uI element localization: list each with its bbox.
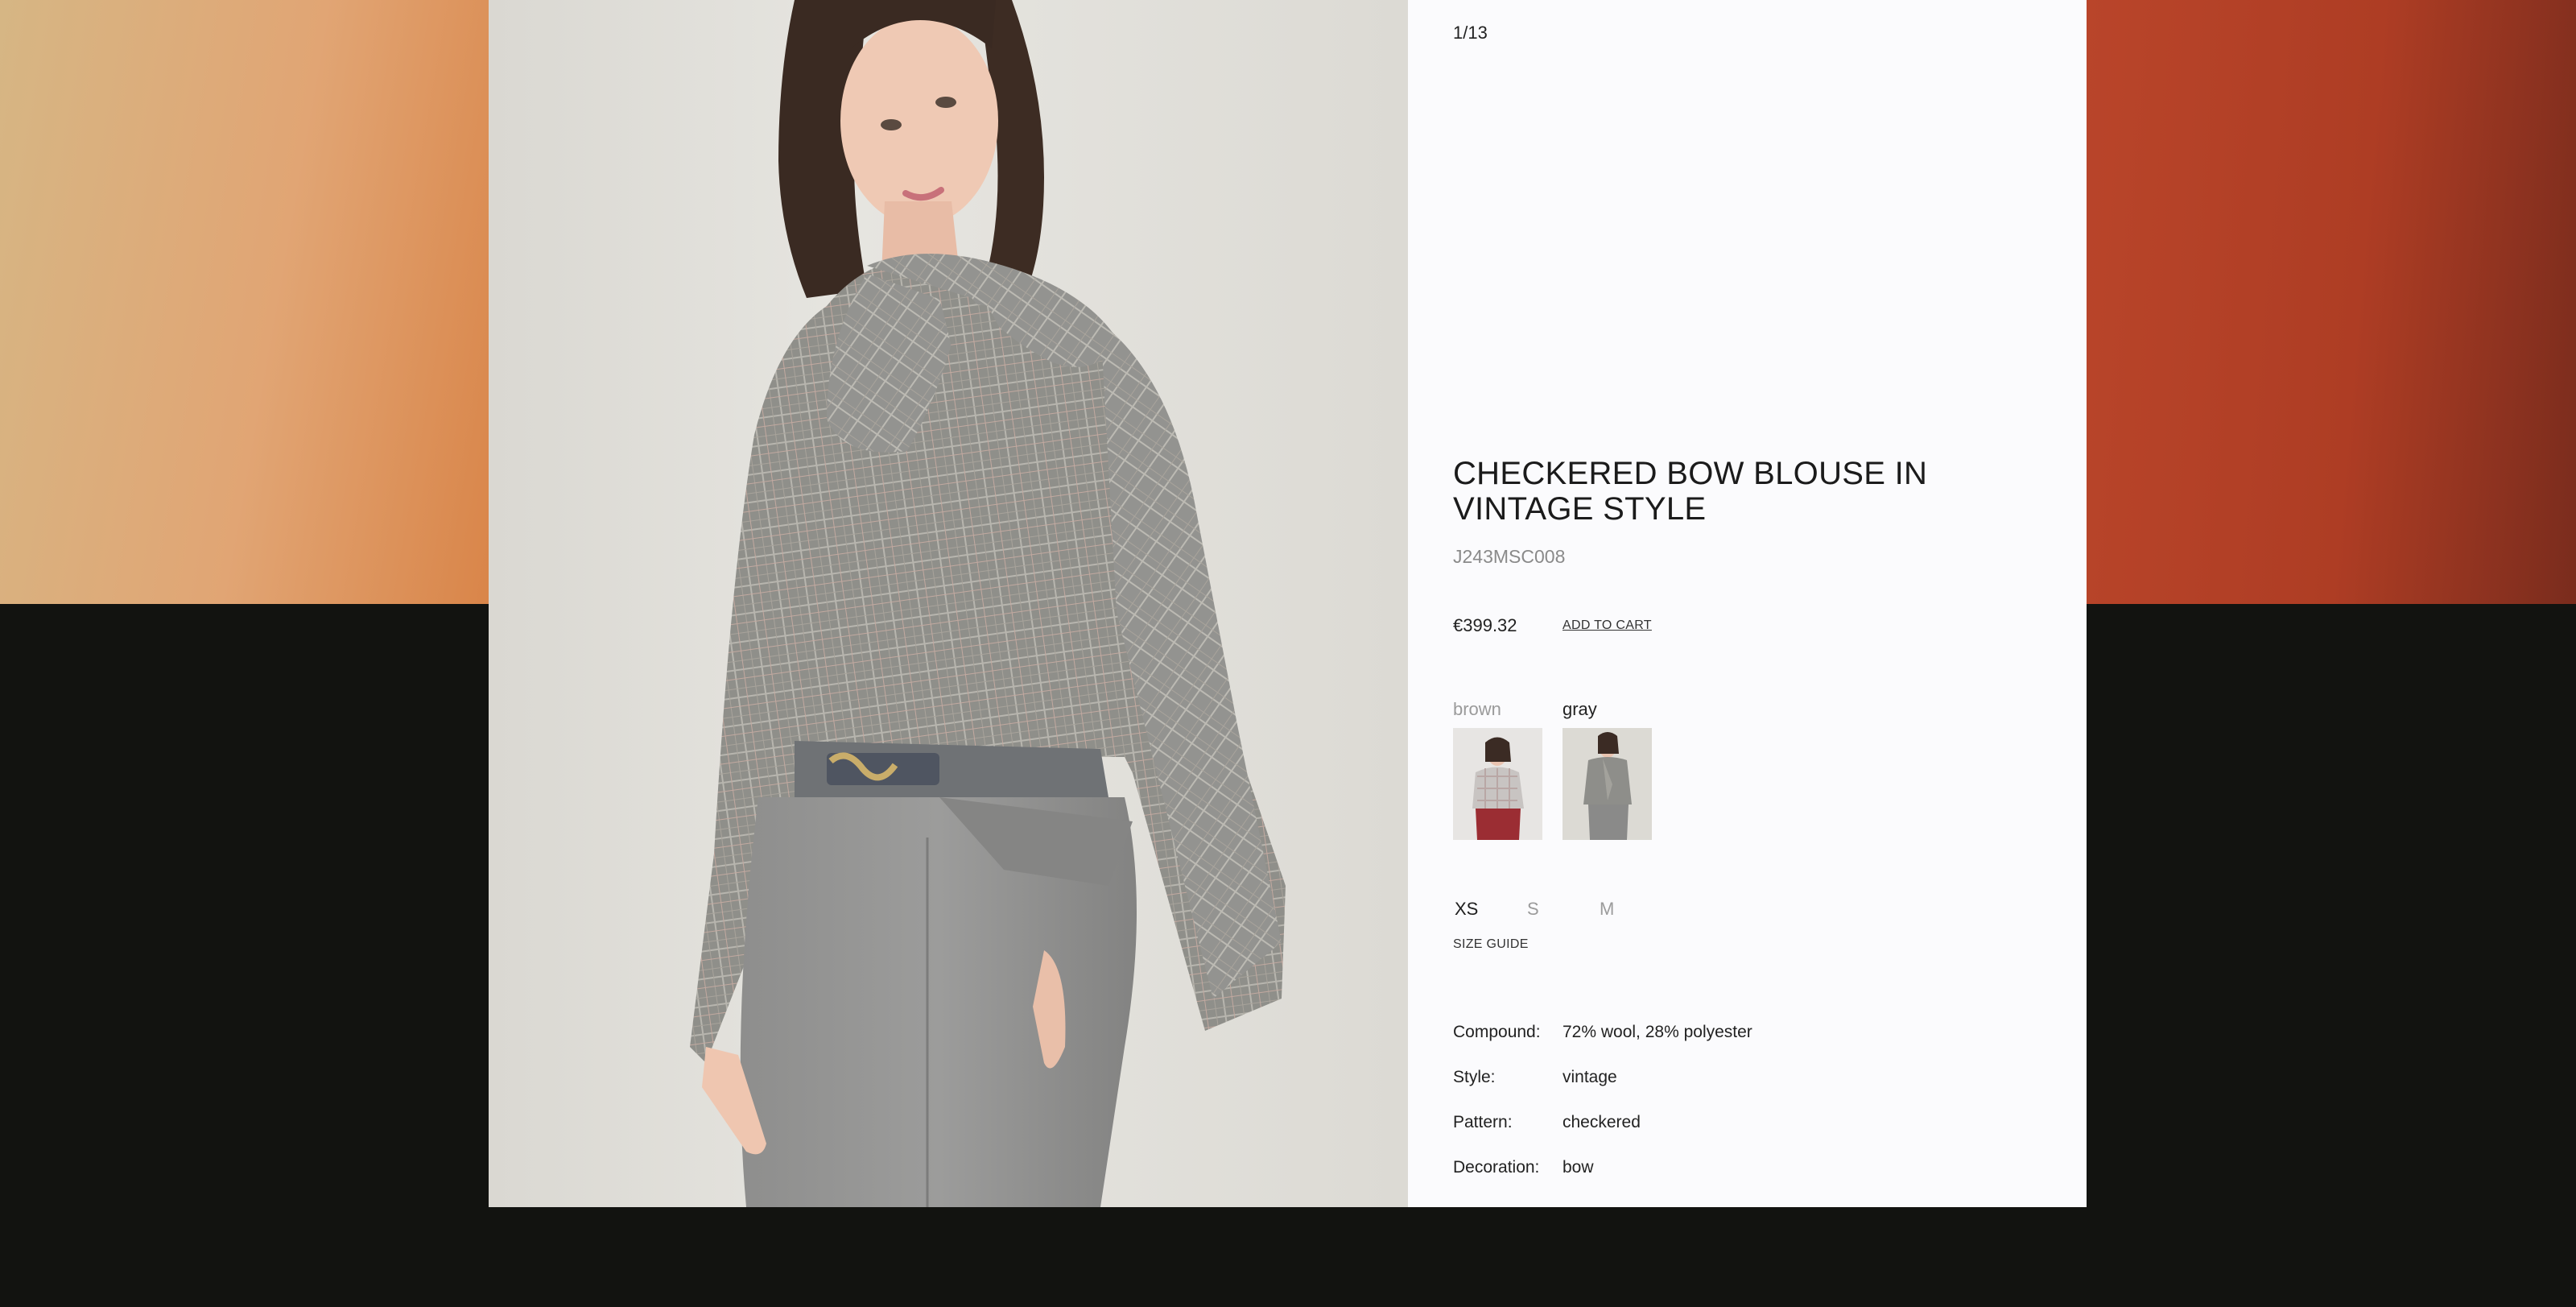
property-value-style: vintage [1563,1068,1617,1086]
property-label-decoration: Decoration: [1453,1158,1540,1177]
property-value-pattern: checkered [1563,1113,1641,1131]
background-left-gradient [0,0,489,604]
swatch-brown-image [1453,728,1542,840]
product-sku: J243MSC008 [1453,546,1566,567]
color-option-gray-label[interactable]: gray [1563,699,1597,720]
product-details-panel: 1/13 CHECKERED BOW BLOUSE IN VINTAGE STY… [1408,0,2087,1207]
product-photo[interactable] [489,0,1408,1207]
color-option-brown-label[interactable]: brown [1453,699,1501,720]
swatch-gray-image [1563,728,1652,840]
property-label-compound: Compound: [1453,1023,1541,1041]
size-option-s[interactable]: S [1527,899,1539,920]
product-price: €399.32 [1453,615,1517,635]
size-guide-link[interactable]: SIZE GUIDE [1453,937,1529,952]
size-option-m[interactable]: M [1600,899,1614,920]
image-counter: 1/13 [1453,23,1488,43]
background-right-gradient [2087,0,2576,604]
add-to-cart-button[interactable]: ADD TO CART [1563,618,1652,633]
product-title: CHECKERED BOW BLOUSE IN VINTAGE STYLE [1453,456,1928,527]
model-illustration [690,0,1286,1207]
property-label-style: Style: [1453,1068,1496,1086]
color-swatch-gray[interactable] [1563,728,1652,840]
property-value-decoration: bow [1563,1158,1594,1177]
property-value-compound: 72% wool, 28% polyester [1563,1023,1752,1041]
color-swatch-brown[interactable] [1453,728,1542,840]
size-option-xs[interactable]: XS [1455,899,1478,920]
property-label-pattern: Pattern: [1453,1113,1513,1131]
